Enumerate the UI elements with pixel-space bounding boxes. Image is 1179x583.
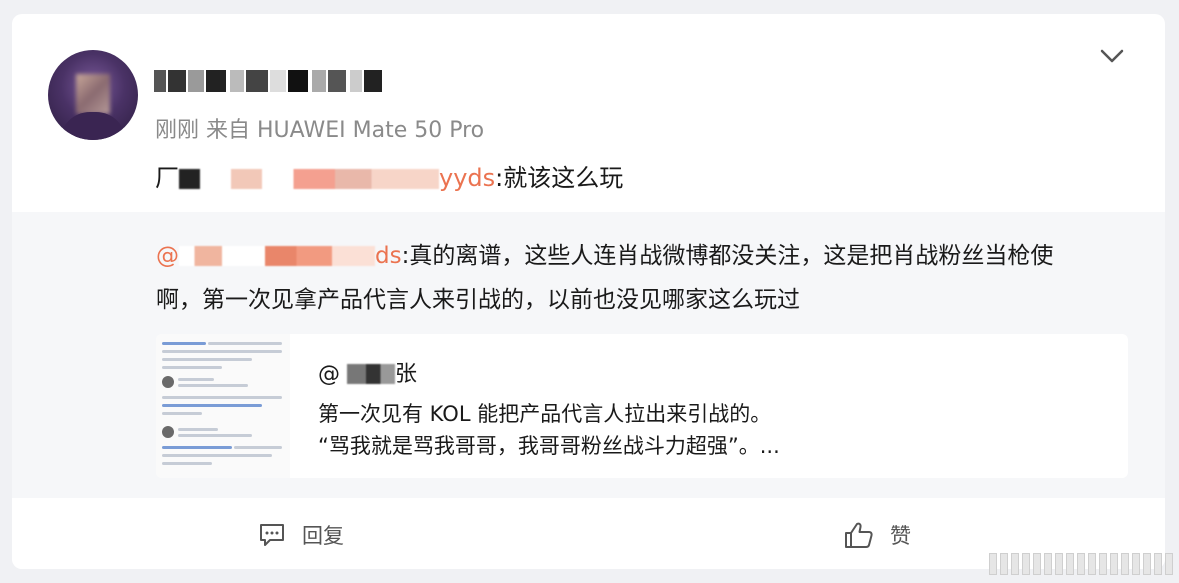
quoted-author-visible: 张 bbox=[395, 362, 418, 387]
post-text-suffix: :就该这么玩 bbox=[495, 164, 624, 192]
post-text: 厂 yyds:就该这么玩 bbox=[155, 158, 623, 193]
thumbs-up-icon bbox=[845, 522, 873, 548]
post-mention-tail[interactable]: yyds bbox=[439, 164, 495, 192]
redacted-mention[interactable] bbox=[179, 169, 439, 189]
quoted-weibo-card[interactable]: @ 张 第一次见有 KOL 能把产品代言人拉出来引战的。 “骂我就是骂我哥哥，我… bbox=[156, 334, 1128, 478]
repost-mention-tail[interactable]: ds bbox=[375, 243, 402, 269]
like-button[interactable]: 赞 bbox=[844, 520, 911, 550]
repost-mention-prefix[interactable]: @ bbox=[156, 243, 179, 269]
repost-text: @ ds:真的离谱，这些人连肖战微博都没关注，这是把肖战粉丝当枪使啊，第一次见拿产… bbox=[156, 234, 1096, 322]
avatar[interactable] bbox=[48, 50, 138, 140]
avatar-face-mosaic bbox=[76, 74, 110, 114]
avatar-body bbox=[60, 112, 126, 140]
quoted-screenshot-thumbnail[interactable] bbox=[156, 334, 290, 478]
watermark bbox=[979, 549, 1179, 579]
quoted-line-1: 第一次见有 KOL 能把产品代言人拉出来引战的。 bbox=[318, 402, 772, 426]
redacted-mention[interactable] bbox=[179, 246, 375, 266]
comment-icon bbox=[260, 524, 284, 546]
like-label: 赞 bbox=[890, 524, 911, 548]
post-text-prefix: 厂 bbox=[155, 164, 179, 192]
reply-button[interactable]: 回复 bbox=[258, 520, 344, 550]
redacted-author bbox=[347, 364, 395, 384]
quoted-author-prefix: @ bbox=[318, 362, 340, 387]
quoted-line-2: “骂我就是骂我哥哥，我哥哥粉丝战斗力超强”。... bbox=[318, 434, 780, 458]
quoted-body: 第一次见有 KOL 能把产品代言人拉出来引战的。 “骂我就是骂我哥哥，我哥哥粉丝… bbox=[318, 398, 1108, 462]
reply-label: 回复 bbox=[302, 524, 344, 548]
username-redacted[interactable] bbox=[152, 64, 402, 98]
chevron-down-icon[interactable] bbox=[1098, 44, 1126, 68]
quoted-author[interactable]: @ 张 bbox=[318, 356, 417, 388]
post-meta: 刚刚 来自 HUAWEI Mate 50 Pro bbox=[155, 118, 485, 143]
weibo-post-card: 刚刚 来自 HUAWEI Mate 50 Pro 厂 yyds:就该这么玩 @ ds… bbox=[12, 14, 1165, 569]
repost-section: @ ds:真的离谱，这些人连肖战微博都没关注，这是把肖战粉丝当枪使啊，第一次见拿产… bbox=[12, 212, 1165, 498]
